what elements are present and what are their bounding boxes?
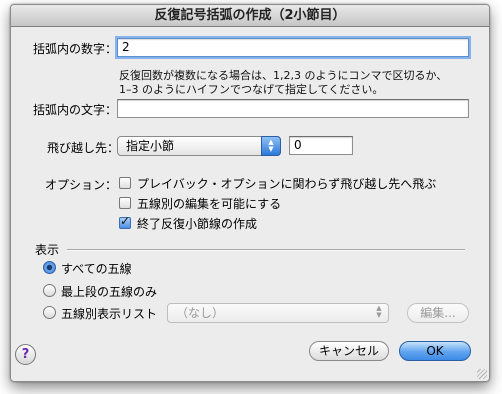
popup-arrows-icon: ▲ ▼ — [376, 304, 382, 319]
radio-label-staff-list: 五線別表示リスト — [61, 307, 158, 321]
radio-label-all-staves: すべての五線 — [61, 262, 132, 276]
help-text-line1: 反復回数が複数になる場合は、1,2,3 のようにコンマで区切るか、 — [119, 69, 448, 82]
option-label-end-repeat: 終了反復小節線の作成 — [137, 217, 258, 231]
radio-top-staff-only[interactable] — [43, 284, 56, 297]
help-text-line2: 1–3 のようにハイフンでつなげて指定してください。 — [119, 83, 384, 96]
option-label-jump-always: プレイバック・オプションに関わらず飛び越し先へ飛ぶ — [137, 177, 437, 191]
radio-staff-list[interactable] — [43, 306, 56, 319]
option-checkbox-jump-always[interactable] — [119, 177, 131, 189]
popup-arrows-icon: ▲ ▼ — [261, 136, 281, 156]
cancel-button[interactable]: キャンセル — [309, 341, 389, 361]
jump-to-measure-input[interactable]: 0 — [289, 136, 353, 155]
jump-to-label: 飛び越し先： — [47, 141, 120, 155]
staff-list-popup[interactable]: （なし） ▲ ▼ — [167, 303, 389, 323]
jump-to-popup[interactable]: 指定小節 ▲ ▼ — [117, 136, 281, 156]
bracket-number-label: 括弧内の数字： — [33, 42, 118, 56]
dialog-window: 反復記号括弧の作成（2小節目） 括弧内の数字： 2 反復回数が複数になる場合は、… — [10, 4, 490, 382]
ok-button[interactable]: OK — [399, 341, 471, 361]
help-button[interactable]: ? — [15, 344, 36, 365]
bracket-text-input[interactable] — [117, 99, 469, 118]
bracket-text-label: 括弧内の文字： — [33, 103, 118, 117]
options-label: オプション： — [45, 178, 118, 192]
checkmark-icon: ✓ — [120, 214, 131, 228]
option-checkbox-staff-edit[interactable] — [119, 197, 131, 209]
jump-to-popup-value: 指定小節 — [126, 139, 175, 153]
display-separator — [67, 249, 465, 251]
radio-label-top-staff-only: 最上段の五線のみ — [61, 285, 158, 299]
option-label-staff-edit: 五線別の編集を可能にする — [137, 197, 282, 211]
display-section-label: 表示 — [35, 243, 60, 257]
edit-button[interactable]: 編集... — [407, 303, 469, 323]
resize-grip-icon[interactable] — [477, 369, 487, 379]
staff-list-popup-value: （なし） — [176, 306, 225, 320]
bracket-number-input[interactable]: 2 — [117, 38, 469, 57]
dialog-title: 反復記号括弧の作成（2小節目） — [11, 5, 489, 27]
option-checkbox-end-repeat[interactable]: ✓ — [119, 214, 131, 229]
radio-all-staves[interactable] — [43, 261, 56, 274]
